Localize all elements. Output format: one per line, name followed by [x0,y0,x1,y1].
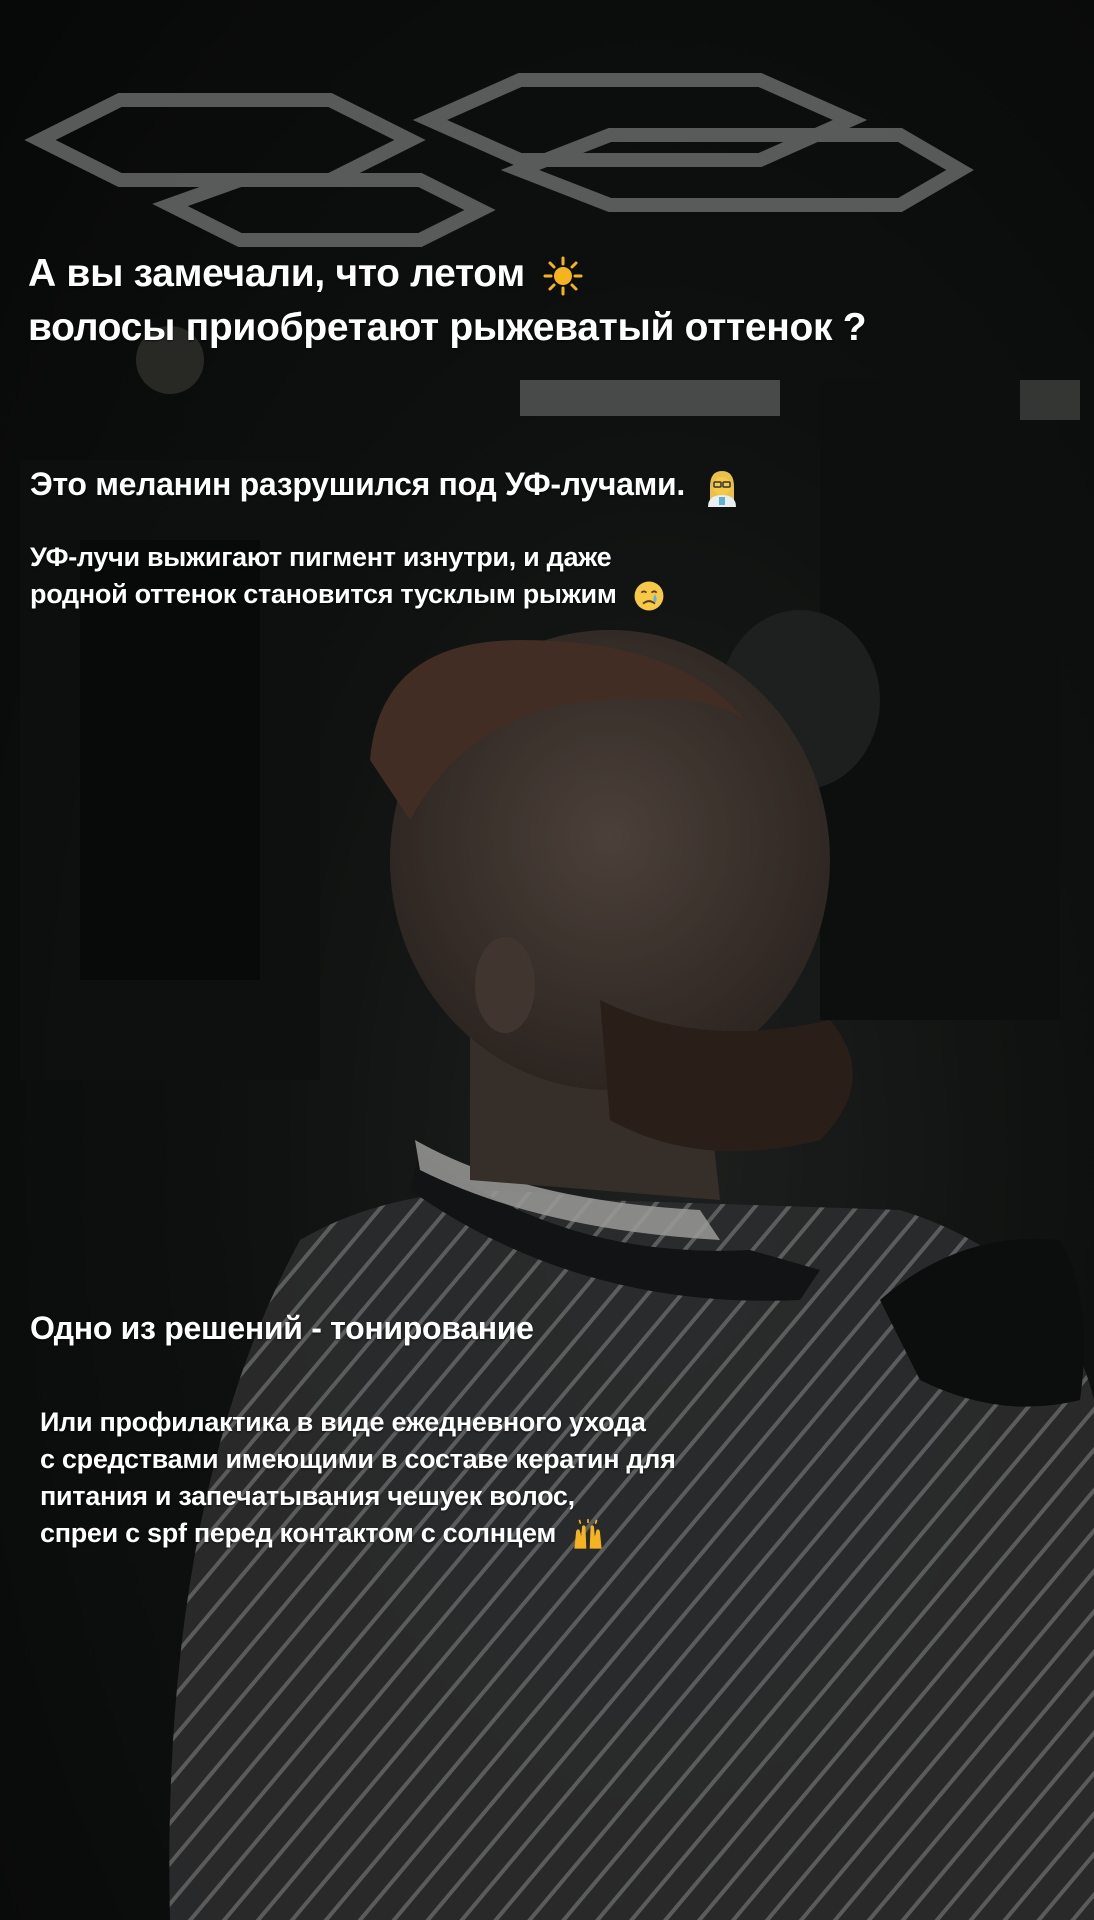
section-2-body-line-2: с средствами имеющими в составе кератин … [40,1444,676,1474]
heading-line-1: А вы замечали, что летом [28,247,583,301]
section-1-body-line-2: родной оттенок становится тусклым рыжим [30,576,666,613]
section-2-body-line-3: питания и запечатывания чешуек волос, [40,1481,575,1511]
section-2-title: Одно из решений - тонирование [30,1310,534,1346]
story-frame: А вы замечали, что летом волосы приобрет… [0,0,1094,1920]
section-2-body-line-4: спреи с spf перед контактом с солнцем [40,1515,605,1552]
raised-hands-icon [574,1518,602,1549]
crying-face-icon [634,581,664,611]
section-1-body-line-1: УФ-лучи выжигают пигмент изнутри, и даже [30,542,612,572]
section-1-title: Это меланин разрушился под УФ-лучами. [30,462,742,507]
heading-line-2: волосы приобретают рыжеватый оттенок ? [28,306,867,349]
section-2-body-line-1: Или профилактика в виде ежедневного уход… [40,1407,646,1437]
sun-icon [543,256,583,296]
scientist-woman-icon [707,470,736,507]
